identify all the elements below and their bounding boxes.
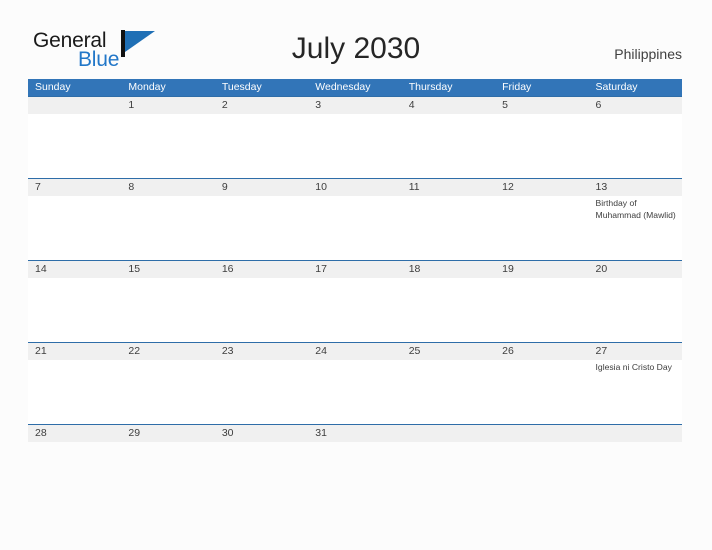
day-cell-date[interactable]: 17 bbox=[308, 261, 401, 278]
calendar-week-row: 1 2 3 4 5 6 bbox=[28, 96, 682, 178]
calendar-page: General Blue July 2030 Philippines Sunda… bbox=[0, 0, 712, 550]
day-cell-events[interactable]: Birthday of Muhammad (Mawlid) bbox=[589, 196, 682, 260]
weekday-header-saturday: Saturday bbox=[595, 81, 638, 93]
day-cell-events[interactable] bbox=[215, 278, 308, 342]
day-cell-events[interactable] bbox=[121, 360, 214, 424]
day-cell-events[interactable]: Iglesia ni Cristo Day bbox=[589, 360, 682, 424]
day-cell-events[interactable] bbox=[495, 196, 588, 260]
day-cell-date[interactable]: 18 bbox=[402, 261, 495, 278]
day-cell-events[interactable] bbox=[402, 360, 495, 424]
flag-triangle-icon bbox=[121, 30, 155, 57]
day-cell-date[interactable]: 19 bbox=[495, 261, 588, 278]
day-cell-events[interactable] bbox=[121, 196, 214, 260]
event-label: Iglesia ni Cristo Day bbox=[595, 362, 672, 372]
day-cell-date[interactable]: 8 bbox=[121, 179, 214, 196]
day-cell-date[interactable] bbox=[589, 425, 682, 442]
day-cell-date[interactable]: 31 bbox=[308, 425, 401, 442]
day-cell-events[interactable] bbox=[308, 114, 401, 178]
day-cell-date[interactable]: 13 bbox=[589, 179, 682, 196]
day-cell-date[interactable]: 4 bbox=[402, 97, 495, 114]
week-event-strip: Iglesia ni Cristo Day bbox=[28, 360, 682, 424]
week-date-strip: 21 22 23 24 25 26 27 bbox=[28, 343, 682, 360]
day-cell-events[interactable] bbox=[589, 114, 682, 178]
day-cell-date[interactable]: 30 bbox=[215, 425, 308, 442]
calendar-week-row: 28 29 30 31 bbox=[28, 424, 682, 442]
day-cell-date[interactable]: 26 bbox=[495, 343, 588, 360]
day-cell-events[interactable] bbox=[495, 114, 588, 178]
day-cell-events[interactable] bbox=[402, 196, 495, 260]
day-cell-events[interactable] bbox=[121, 114, 214, 178]
flag-banner-shape bbox=[125, 31, 155, 52]
weekday-header-friday: Friday bbox=[502, 81, 532, 93]
day-cell-events[interactable] bbox=[28, 114, 121, 178]
general-blue-logo[interactable]: General Blue bbox=[33, 29, 155, 71]
day-cell-date[interactable] bbox=[495, 425, 588, 442]
day-cell-events[interactable] bbox=[308, 196, 401, 260]
weekday-header-wednesday: Wednesday bbox=[315, 81, 371, 93]
day-cell-date[interactable] bbox=[402, 425, 495, 442]
day-cell-events[interactable] bbox=[215, 360, 308, 424]
week-event-strip bbox=[28, 278, 682, 342]
day-cell-date[interactable]: 29 bbox=[121, 425, 214, 442]
day-cell-events[interactable] bbox=[28, 196, 121, 260]
day-cell-events[interactable] bbox=[402, 114, 495, 178]
logo-text-blue: Blue bbox=[78, 48, 120, 71]
week-date-strip: 1 2 3 4 5 6 bbox=[28, 97, 682, 114]
calendar-week-row: 7 8 9 10 11 12 13 Birthday of Muhammad (… bbox=[28, 178, 682, 260]
calendar-grid: Sunday Monday Tuesday Wednesday Thursday… bbox=[28, 79, 682, 442]
day-cell-date[interactable]: 14 bbox=[28, 261, 121, 278]
week-event-strip: Birthday of Muhammad (Mawlid) bbox=[28, 196, 682, 260]
day-cell-date[interactable]: 22 bbox=[121, 343, 214, 360]
calendar-week-row: 21 22 23 24 25 26 27 Iglesia ni Cristo D… bbox=[28, 342, 682, 424]
day-cell-date[interactable]: 11 bbox=[402, 179, 495, 196]
day-cell-date[interactable]: 24 bbox=[308, 343, 401, 360]
day-cell-events[interactable] bbox=[495, 278, 588, 342]
day-cell-events[interactable] bbox=[215, 196, 308, 260]
day-cell-events[interactable] bbox=[589, 278, 682, 342]
day-cell-events[interactable] bbox=[28, 278, 121, 342]
day-cell-date[interactable]: 12 bbox=[495, 179, 588, 196]
day-cell-date[interactable]: 15 bbox=[121, 261, 214, 278]
page-header: General Blue July 2030 Philippines bbox=[0, 0, 712, 79]
weekday-header-monday: Monday bbox=[128, 81, 166, 93]
day-cell-date[interactable]: 16 bbox=[215, 261, 308, 278]
day-cell-date[interactable]: 5 bbox=[495, 97, 588, 114]
day-cell-events[interactable] bbox=[495, 360, 588, 424]
page-title: July 2030 bbox=[291, 32, 421, 65]
calendar-week-row: 14 15 16 17 18 19 20 bbox=[28, 260, 682, 342]
day-cell-date[interactable]: 9 bbox=[215, 179, 308, 196]
day-cell-events[interactable] bbox=[308, 360, 401, 424]
day-cell-events[interactable] bbox=[402, 278, 495, 342]
country-label: Philippines bbox=[614, 46, 682, 62]
day-cell-date[interactable]: 10 bbox=[308, 179, 401, 196]
day-cell-date[interactable]: 27 bbox=[589, 343, 682, 360]
day-cell-events[interactable] bbox=[215, 114, 308, 178]
week-date-strip: 7 8 9 10 11 12 13 bbox=[28, 179, 682, 196]
day-cell-date[interactable]: 6 bbox=[589, 97, 682, 114]
weekday-header-tuesday: Tuesday bbox=[221, 81, 262, 93]
day-cell-events[interactable] bbox=[308, 278, 401, 342]
day-cell-date[interactable]: 21 bbox=[28, 343, 121, 360]
day-cell-date[interactable]: 23 bbox=[215, 343, 308, 360]
day-cell-date[interactable]: 7 bbox=[28, 179, 121, 196]
day-cell-date[interactable]: 3 bbox=[308, 97, 401, 114]
day-cell-date[interactable] bbox=[28, 97, 121, 114]
day-cell-date[interactable]: 2 bbox=[215, 97, 308, 114]
week-date-strip: 14 15 16 17 18 19 20 bbox=[28, 261, 682, 278]
weekday-header-row: Sunday Monday Tuesday Wednesday Thursday… bbox=[28, 79, 682, 96]
day-cell-events[interactable] bbox=[28, 360, 121, 424]
event-label: Birthday of Muhammad (Mawlid) bbox=[595, 198, 676, 220]
week-event-strip bbox=[28, 114, 682, 178]
day-cell-date[interactable]: 1 bbox=[121, 97, 214, 114]
day-cell-date[interactable]: 28 bbox=[28, 425, 121, 442]
weekday-header-sunday: Sunday bbox=[35, 81, 71, 93]
weekday-header-thursday: Thursday bbox=[408, 81, 453, 93]
day-cell-date[interactable]: 20 bbox=[589, 261, 682, 278]
day-cell-events[interactable] bbox=[121, 278, 214, 342]
week-date-strip: 28 29 30 31 bbox=[28, 425, 682, 442]
day-cell-date[interactable]: 25 bbox=[402, 343, 495, 360]
